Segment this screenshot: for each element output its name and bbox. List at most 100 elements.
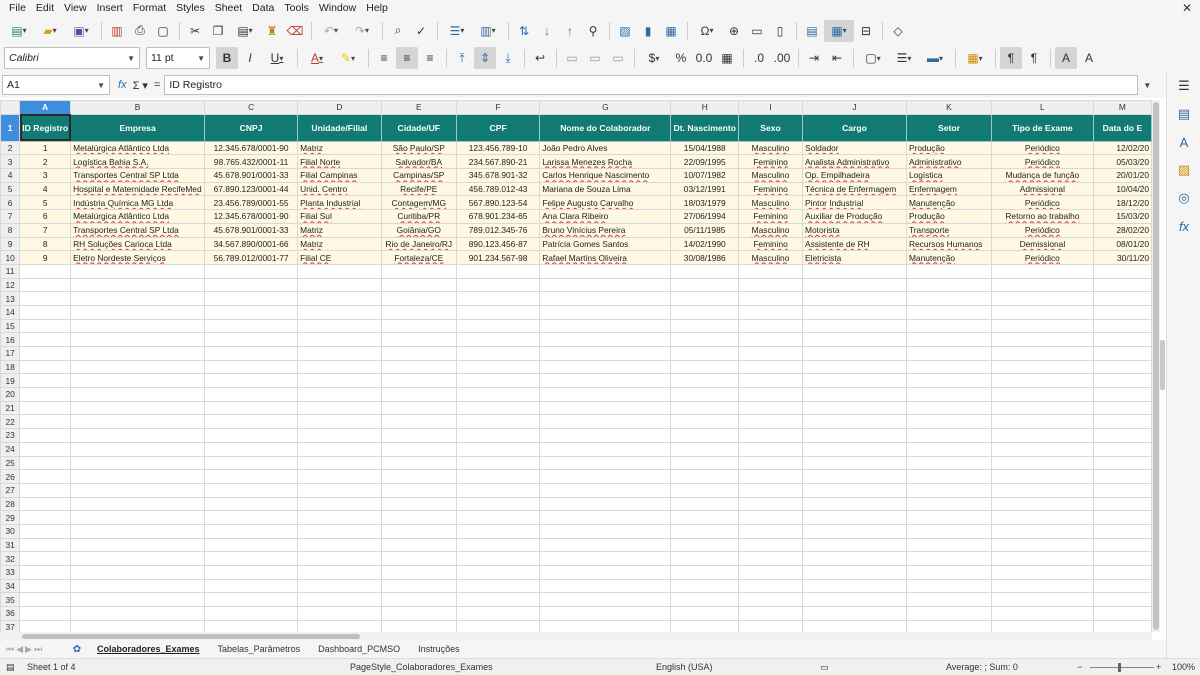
sort-icon[interactable]: ⇅: [513, 20, 535, 42]
empty-cell[interactable]: [991, 304, 1094, 320]
empty-cell[interactable]: [738, 373, 804, 389]
empty-cell[interactable]: [297, 523, 382, 539]
empty-cell[interactable]: [204, 619, 299, 632]
header-cell[interactable]: Sexo: [738, 113, 804, 142]
undo-icon[interactable]: ↶ ▾: [316, 20, 346, 42]
empty-cell[interactable]: [1092, 523, 1152, 539]
row-header[interactable]: 14: [0, 304, 21, 320]
data-cell[interactable]: Campinas/SP: [380, 168, 458, 183]
empty-cell[interactable]: [455, 277, 541, 293]
empty-cell[interactable]: [802, 578, 907, 594]
empty-cell[interactable]: [1092, 304, 1152, 320]
empty-cell[interactable]: [991, 318, 1094, 334]
empty-cell[interactable]: [70, 291, 206, 306]
empty-cell[interactable]: [670, 346, 740, 361]
empty-cell[interactable]: [1092, 359, 1152, 375]
data-cell[interactable]: RH Soluções Carioca Ltda: [70, 236, 206, 252]
column-header-b[interactable]: B: [70, 100, 206, 115]
empty-cell[interactable]: [297, 606, 382, 621]
data-cell[interactable]: Auxiliar de Produção: [802, 209, 907, 224]
sort-ascending-icon[interactable]: ↓: [536, 20, 558, 42]
data-cell[interactable]: 10/04/20: [1092, 181, 1152, 197]
save-icon[interactable]: ▣ ▾: [66, 20, 96, 42]
functions-icon[interactable]: fx: [1167, 212, 1200, 240]
empty-cell[interactable]: [1092, 551, 1152, 566]
sidebar-collapse-handle[interactable]: [1160, 340, 1165, 390]
row-header[interactable]: 34: [0, 578, 21, 594]
empty-cell[interactable]: [905, 428, 993, 443]
empty-cell[interactable]: [1092, 263, 1152, 279]
data-cell[interactable]: Filial Norte: [297, 154, 382, 170]
empty-cell[interactable]: [1092, 455, 1152, 471]
empty-cell[interactable]: [19, 482, 72, 498]
empty-cell[interactable]: [70, 578, 206, 594]
empty-cell[interactable]: [738, 537, 804, 553]
empty-cell[interactable]: [380, 277, 458, 293]
data-cell[interactable]: 678.901.234-65: [455, 209, 541, 224]
empty-cell[interactable]: [670, 578, 740, 594]
row-header[interactable]: 32: [0, 551, 21, 566]
empty-cell[interactable]: [991, 373, 1094, 389]
empty-cell[interactable]: [802, 441, 907, 457]
gallery-icon[interactable]: ▨: [1167, 156, 1200, 184]
data-cell[interactable]: 890.123.456-87: [455, 236, 541, 252]
empty-cell[interactable]: [380, 537, 458, 553]
empty-cell[interactable]: [738, 359, 804, 375]
close-document-icon[interactable]: ✕: [1182, 0, 1192, 17]
empty-cell[interactable]: [455, 318, 541, 334]
empty-cell[interactable]: [455, 496, 541, 512]
empty-cell[interactable]: [19, 496, 72, 512]
empty-cell[interactable]: [539, 304, 672, 320]
column-header-e[interactable]: E: [380, 100, 458, 115]
data-cell[interactable]: Logística: [905, 168, 993, 183]
empty-cell[interactable]: [738, 263, 804, 279]
row-header[interactable]: 23: [0, 428, 21, 443]
empty-cell[interactable]: [991, 277, 1094, 293]
data-cell[interactable]: Larissa Menezes Rocha: [539, 154, 672, 170]
empty-cell[interactable]: [380, 469, 458, 484]
decrease-indent-icon[interactable]: ⇤: [826, 47, 848, 69]
empty-cell[interactable]: [802, 428, 907, 443]
data-cell[interactable]: 4: [19, 181, 72, 197]
expand-formula-bar-icon[interactable]: ▼: [1140, 81, 1154, 90]
highlight-color-icon[interactable]: ✎ ▾: [333, 47, 363, 69]
empty-cell[interactable]: [670, 277, 740, 293]
empty-cell[interactable]: [802, 482, 907, 498]
empty-cell[interactable]: [905, 441, 993, 457]
row-header[interactable]: 13: [0, 291, 21, 306]
row-header[interactable]: 1: [0, 113, 21, 142]
row-header[interactable]: 18: [0, 359, 21, 375]
empty-cell[interactable]: [204, 387, 299, 402]
font-color-icon[interactable]: A ▾: [302, 47, 332, 69]
align-top-icon[interactable]: ⤒: [451, 47, 473, 69]
row-icon[interactable]: ☰ ▾: [442, 20, 472, 42]
add-decimal-icon[interactable]: .0: [748, 47, 770, 69]
empty-cell[interactable]: [380, 263, 458, 279]
empty-cell[interactable]: [455, 441, 541, 457]
empty-cell[interactable]: [70, 455, 206, 471]
row-header[interactable]: 15: [0, 318, 21, 334]
empty-cell[interactable]: [802, 496, 907, 512]
empty-cell[interactable]: [905, 387, 993, 402]
data-cell[interactable]: Técnica de Enfermagem: [802, 181, 907, 197]
empty-cell[interactable]: [539, 332, 672, 347]
empty-cell[interactable]: [70, 606, 206, 621]
empty-cell[interactable]: [297, 578, 382, 594]
empty-cell[interactable]: [802, 565, 907, 580]
empty-cell[interactable]: [738, 332, 804, 347]
data-cell[interactable]: Logística Bahia S.A.: [70, 154, 206, 170]
data-cell[interactable]: 15/03/20: [1092, 209, 1152, 224]
empty-cell[interactable]: [539, 414, 672, 430]
empty-cell[interactable]: [297, 346, 382, 361]
data-cell[interactable]: João Pedro Alves: [539, 140, 672, 156]
selection-mode-icon[interactable]: ▭: [820, 662, 829, 673]
empty-cell[interactable]: [70, 482, 206, 498]
formula-input[interactable]: ID Registro: [164, 75, 1139, 95]
underline-icon[interactable]: U ▾: [262, 47, 292, 69]
data-cell[interactable]: Matriz: [297, 236, 382, 252]
data-cell[interactable]: Masculino: [738, 250, 804, 265]
next-sheet-icon[interactable]: ▶: [25, 644, 32, 655]
vertical-scrollbar[interactable]: [1152, 100, 1160, 632]
data-cell[interactable]: 12.345.678/0001-90: [204, 209, 299, 224]
empty-cell[interactable]: [905, 523, 993, 539]
